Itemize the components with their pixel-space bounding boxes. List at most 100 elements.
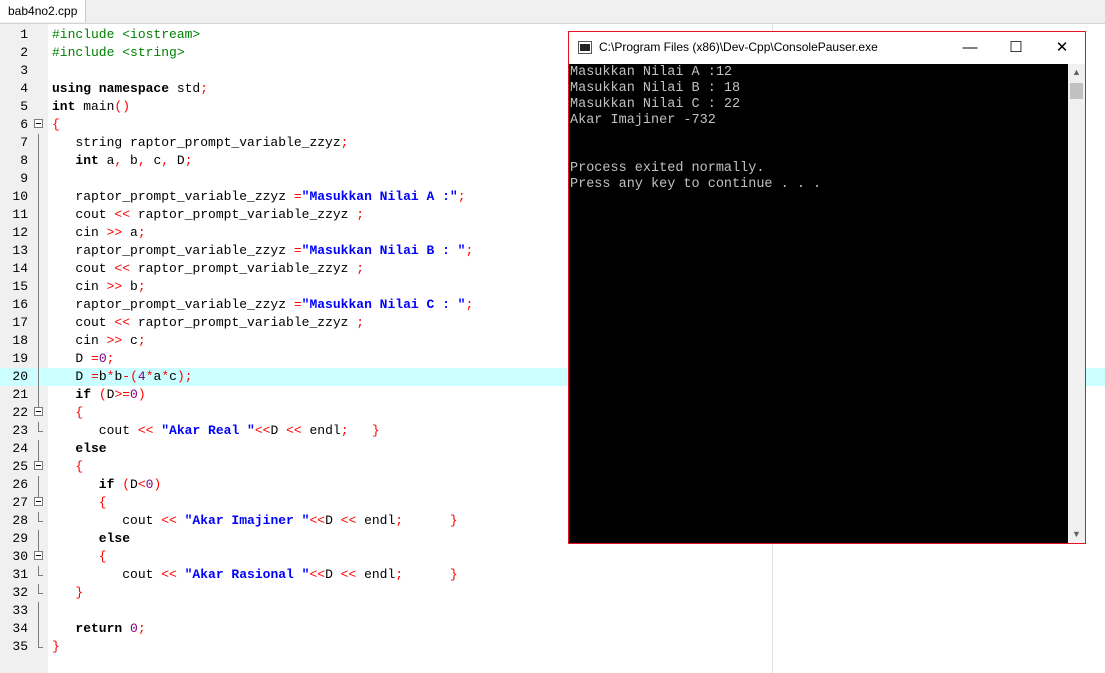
code-token: = <box>91 369 99 384</box>
code-line[interactable]: 35} <box>0 638 1105 656</box>
code-token: } <box>52 639 60 654</box>
console-scrollbar[interactable]: ▲ ▼ <box>1068 64 1085 543</box>
code-token: "Masukkan Nilai C : " <box>301 297 466 312</box>
maximize-button[interactable]: ☐ <box>993 32 1039 64</box>
line-number: 13 <box>12 243 28 258</box>
code-token: cin <box>52 279 107 294</box>
code-token: D <box>52 351 92 366</box>
code-text: cin >> a; <box>52 224 145 242</box>
fold-collapse-icon[interactable] <box>34 497 43 506</box>
code-text: cin >> c; <box>52 332 145 350</box>
code-text: } <box>52 638 60 656</box>
scroll-down-arrow-icon[interactable]: ▼ <box>1068 526 1085 543</box>
line-number: 2 <box>20 45 28 60</box>
code-token: } <box>52 585 84 600</box>
fold-collapse-icon[interactable] <box>34 551 43 560</box>
code-token: "Akar Real " <box>153 423 255 438</box>
line-number: 20 <box>12 369 28 384</box>
console-output-line: Masukkan Nilai A :12 <box>570 65 733 80</box>
code-text: raptor_prompt_variable_zzyz ="Masukkan N… <box>52 242 473 260</box>
code-token: 0 <box>130 387 138 402</box>
tab-bab4no2[interactable]: bab4no2.cpp <box>0 0 87 22</box>
code-text: else <box>52 440 106 458</box>
code-token: cout <box>52 567 162 582</box>
code-text: cout << "Akar Imajiner "<<D << endl; } <box>52 512 458 530</box>
line-number: 21 <box>12 387 28 402</box>
code-token: -( <box>122 369 138 384</box>
fold-guide-line <box>38 242 39 260</box>
line-number: 1 <box>20 27 28 42</box>
code-text: { <box>52 404 83 422</box>
code-token: ; <box>356 261 365 276</box>
console-output-line: Masukkan Nilai C : 22 <box>570 97 741 112</box>
code-text: int main() <box>52 98 130 116</box>
line-number: 25 <box>12 459 28 474</box>
code-token: endl <box>356 567 396 582</box>
code-token: ; <box>395 513 404 528</box>
code-token: cout <box>52 423 138 438</box>
fold-collapse-icon[interactable] <box>34 461 43 470</box>
code-token: << <box>137 423 154 438</box>
code-token: >> <box>106 333 123 348</box>
code-token: << <box>340 513 357 528</box>
code-token: a <box>122 225 138 240</box>
code-token: endl <box>356 513 396 528</box>
code-line[interactable]: 30 { <box>0 548 1105 566</box>
fold-guide-line <box>38 476 39 494</box>
fold-collapse-icon[interactable] <box>34 407 43 416</box>
code-line[interactable]: 33 <box>0 602 1105 620</box>
code-token: raptor_prompt_variable_zzyz <box>130 207 357 222</box>
code-token: << <box>286 423 302 438</box>
code-token: } <box>371 423 380 438</box>
fold-collapse-icon[interactable] <box>34 119 43 128</box>
code-token: cout <box>52 513 162 528</box>
code-text: { <box>52 494 107 512</box>
code-token: main <box>75 99 115 114</box>
line-number: 17 <box>12 315 28 330</box>
close-button[interactable]: ✕ <box>1039 32 1085 64</box>
fold-guide-line <box>38 152 39 170</box>
fold-guide-line <box>38 620 39 638</box>
code-token: ; <box>465 297 474 312</box>
code-token: < <box>137 477 146 492</box>
fold-guide-line <box>38 494 39 497</box>
scrollbar-thumb[interactable] <box>1070 83 1083 99</box>
code-token: , <box>161 153 170 168</box>
code-token: { <box>52 117 60 132</box>
code-token: << <box>114 315 131 330</box>
console-output: Masukkan Nilai A :12 Masukkan Nilai B : 1… <box>570 65 821 193</box>
console-titlebar[interactable]: C:\Program Files (x86)\Dev-Cpp\ConsolePa… <box>569 32 1085 64</box>
code-token: << <box>340 567 357 582</box>
code-token: c <box>145 153 162 168</box>
code-text: D =0; <box>52 350 114 368</box>
code-line[interactable]: 31 cout << "Akar Rasional "<<D << endl; … <box>0 566 1105 584</box>
line-number: 4 <box>20 81 28 96</box>
code-token: cin <box>52 225 107 240</box>
code-token: << <box>254 423 271 438</box>
console-window[interactable]: C:\Program Files (x86)\Dev-Cpp\ConsolePa… <box>568 31 1086 544</box>
line-number: 32 <box>12 585 28 600</box>
code-line[interactable]: 32 } <box>0 584 1105 602</box>
line-number: 30 <box>12 549 28 564</box>
code-token: = <box>91 351 99 366</box>
code-token: D <box>130 477 138 492</box>
code-token: if <box>52 387 92 402</box>
fold-guide-line <box>38 458 39 461</box>
code-token: ; <box>465 243 474 258</box>
code-token: * <box>161 369 170 384</box>
minimize-button[interactable]: — <box>947 32 993 64</box>
code-text: if (D>=0) <box>52 386 145 404</box>
code-token: D <box>325 567 341 582</box>
fold-guide-line <box>38 314 39 332</box>
code-token: std <box>169 81 201 96</box>
code-token: ; <box>356 207 365 222</box>
code-token: << <box>161 567 177 582</box>
console-output-area[interactable]: Masukkan Nilai A :12 Masukkan Nilai B : 1… <box>569 64 1068 543</box>
code-token: ) <box>153 477 162 492</box>
code-token: b <box>122 279 138 294</box>
code-line[interactable]: 34 return 0; <box>0 620 1105 638</box>
code-token: int <box>52 153 99 168</box>
scroll-up-arrow-icon[interactable]: ▲ <box>1068 64 1085 81</box>
